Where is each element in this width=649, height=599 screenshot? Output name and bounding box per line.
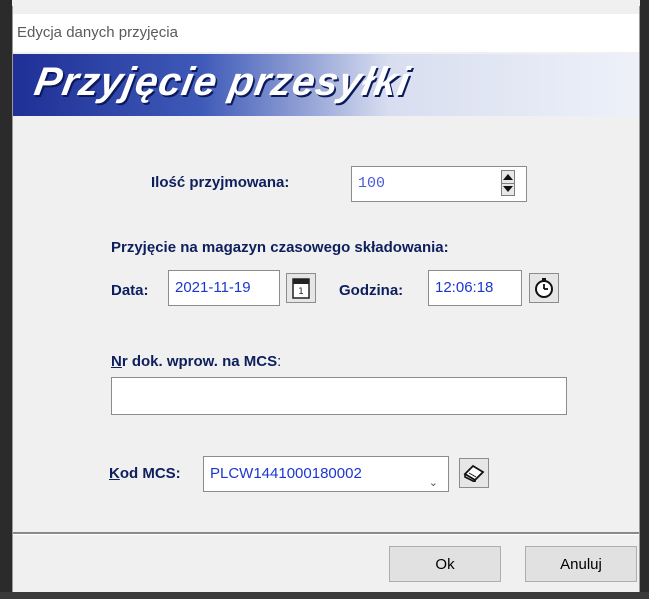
- calendar-button[interactable]: 1: [286, 273, 316, 303]
- quantity-label: Ilość przyjmowana:: [151, 174, 290, 191]
- time-input[interactable]: 12:06:18: [428, 270, 522, 306]
- background-right: [640, 0, 649, 599]
- calendar-icon: 1: [292, 278, 310, 299]
- spin-down-icon[interactable]: [502, 183, 514, 195]
- mcs-lookup-button[interactable]: [459, 458, 489, 488]
- mcs-label-text: od MCS:: [119, 465, 181, 482]
- mcs-selected-value: PLCW1441000180002: [210, 465, 362, 482]
- cancel-button[interactable]: Anuluj: [525, 546, 637, 582]
- chevron-down-icon[interactable]: ⌄: [429, 466, 438, 500]
- mcs-select[interactable]: PLCW1441000180002 ⌄: [203, 456, 449, 492]
- stopwatch-icon: [535, 278, 553, 298]
- date-label: Data:: [111, 282, 149, 299]
- svg-text:1: 1: [298, 287, 304, 297]
- quantity-value: 100: [358, 175, 386, 192]
- time-value: 12:06:18: [435, 279, 494, 296]
- mcs-label: Kod MCS:: [109, 465, 181, 482]
- quantity-spinner[interactable]: [501, 170, 515, 196]
- doc-number-input[interactable]: [111, 377, 567, 415]
- background-bottom: [0, 592, 649, 599]
- doc-label-text: r dok. wprow. na MCS: [121, 353, 278, 370]
- doc-label: Nr dok. wprow. na MCS:: [111, 353, 281, 370]
- footer-separator: [13, 532, 639, 535]
- date-input[interactable]: 2021-11-19: [168, 270, 280, 306]
- header-banner: Przyjęcie przesyłki: [13, 54, 639, 116]
- dialog-window: Edycja danych przyjęcia Przyjęcie przesy…: [12, 6, 640, 592]
- mcs-label-accelerator: K: [109, 465, 120, 482]
- date-value: 2021-11-19: [175, 279, 251, 296]
- time-label: Godzina:: [339, 282, 404, 299]
- background-left: [0, 0, 12, 599]
- book-icon: [463, 464, 485, 482]
- clock-button[interactable]: [529, 273, 559, 303]
- window-title: Edycja danych przyjęcia: [13, 14, 639, 52]
- storage-heading: Przyjęcie na magazyn czasowego składowan…: [111, 239, 449, 256]
- banner-title: Przyjęcie przesyłki: [31, 60, 414, 104]
- ok-button[interactable]: Ok: [389, 546, 501, 582]
- doc-label-colon: :: [277, 353, 282, 370]
- doc-label-accelerator: N: [111, 353, 122, 370]
